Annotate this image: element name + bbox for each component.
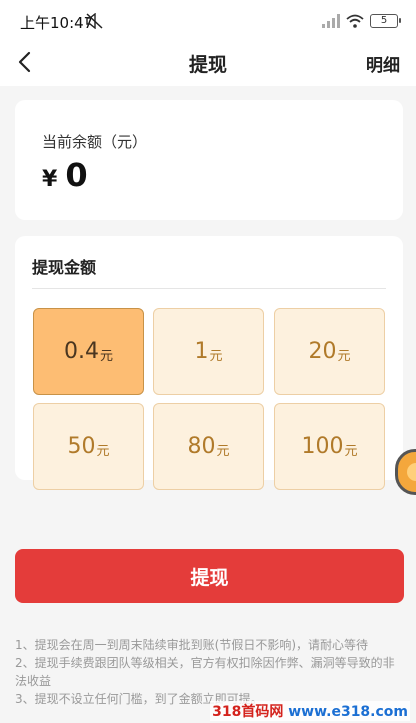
signal-icon	[322, 14, 340, 28]
note-item: 2、提现手续费跟团队等级相关，官方有权扣除因作弊、漏洞等导致的非法收益	[15, 656, 395, 688]
amount-option-20[interactable]: 20 元	[274, 308, 385, 395]
amount-option-80[interactable]: 80 元	[153, 403, 264, 490]
amount-option-unit: 元	[209, 349, 223, 364]
amount-option-0.4[interactable]: 0.4 元	[33, 308, 144, 395]
amount-option-value: 50	[67, 434, 96, 459]
amount-option-unit: 元	[99, 349, 113, 364]
withdraw-button[interactable]: 提现	[15, 549, 404, 603]
amount-option-1[interactable]: 1元	[153, 308, 264, 395]
status-bar: 上午10:47 5	[0, 0, 416, 40]
balance-value: ¥ 0	[42, 156, 88, 194]
balance-label: 当前余额（元）	[42, 133, 148, 151]
amount-option-unit: 元	[216, 444, 230, 459]
withdraw-amount-card: 提现金额 0.4 元 1元 20 元 50 元 80 元 100 元	[15, 236, 403, 490]
balance-amount: 0	[65, 156, 88, 194]
nav-bar: 提现 明细	[0, 40, 416, 86]
note-item: 1、提现会在周一到周末陆续审批到账(节假日不影响)，请耐心等待	[15, 638, 369, 652]
balance-card: 当前余额（元） ¥ 0	[15, 100, 403, 220]
amount-option-unit: 元	[337, 349, 351, 364]
amount-option-value: 80	[187, 434, 216, 459]
amount-option-100[interactable]: 100 元	[274, 403, 385, 490]
withdraw-amount-title: 提现金额	[32, 258, 97, 277]
watermark-brand: 318首码网	[212, 704, 284, 720]
withdraw-notes: 1、提现会在周一到周末陆续审批到账(节假日不影响)，请耐心等待 2、提现手续费跟…	[15, 636, 405, 708]
battery-icon: 5	[370, 14, 401, 28]
amount-option-value: 20	[308, 339, 337, 364]
status-icons: 5	[322, 13, 401, 29]
page-title: 提现	[188, 54, 227, 76]
amount-option-unit: 元	[96, 444, 110, 459]
amount-option-unit: 元	[344, 444, 358, 459]
amount-option-value: 1	[194, 339, 209, 364]
amount-option-value: 100	[301, 434, 344, 459]
details-link[interactable]: 明细	[366, 51, 400, 76]
currency-symbol: ¥	[42, 167, 58, 192]
wifi-icon	[346, 14, 364, 28]
amount-option-value: 0.4	[63, 339, 99, 364]
watermark: 318首码网 www.e318.com	[210, 701, 410, 721]
floating-widget[interactable]	[395, 449, 416, 495]
mute-icon	[86, 13, 103, 29]
divider	[32, 288, 386, 289]
status-time: 上午10:47	[20, 14, 94, 32]
watermark-url: www.e318.com	[288, 704, 408, 720]
amount-option-50[interactable]: 50 元	[33, 403, 144, 490]
